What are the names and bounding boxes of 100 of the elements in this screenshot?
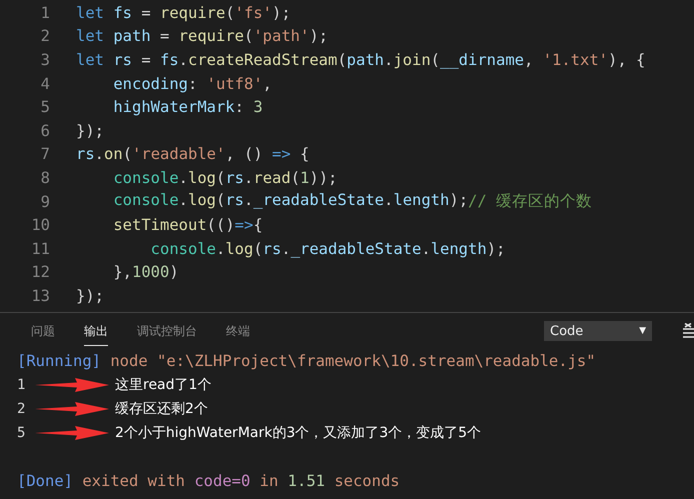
output-value: 1 — [17, 377, 26, 393]
identifier: fs — [160, 50, 179, 69]
panel-tab[interactable]: 终端 — [226, 316, 250, 346]
clear-output-icon[interactable] — [682, 323, 694, 339]
code-punctuation: ( — [216, 191, 226, 212]
identifier: highWaterMark — [112, 98, 235, 116]
code-punctuation: . — [244, 168, 254, 187]
output-text: seconds — [333, 472, 400, 490]
identifier: length — [393, 191, 450, 212]
identifier: _readableState — [290, 240, 422, 258]
code-punctuation: . — [244, 191, 254, 212]
code-punctuation: ); — [272, 4, 291, 22]
code-punctuation: ( — [122, 145, 132, 164]
keyword: let — [76, 27, 105, 46]
identifier: rs — [76, 145, 95, 164]
line-number: 9 — [40, 192, 51, 211]
string-literal: 'utf8' — [206, 74, 263, 93]
keyword: => — [272, 145, 291, 164]
code-punctuation: . — [178, 168, 188, 187]
function-name: log — [225, 240, 254, 258]
code-punctuation: ( — [225, 4, 235, 22]
code-punctuation: }); — [76, 286, 104, 305]
line-number: 1 — [40, 4, 51, 22]
function-name: setTimeout — [112, 216, 207, 234]
output-text: in — [258, 472, 280, 490]
line-number: 3 — [40, 50, 51, 69]
identifier: encoding — [112, 74, 188, 93]
code-punctuation: }); — [76, 122, 104, 140]
line-number: 5 — [40, 98, 51, 116]
annotation-text: 2个小于highWaterMark的3个，又添加了3个，变成了5个 — [115, 424, 482, 442]
string-literal: 'fs' — [234, 4, 272, 22]
panel-tab[interactable]: 问题 — [31, 316, 55, 346]
keyword: let — [76, 4, 105, 22]
line-number: 2 — [40, 27, 51, 46]
class-name: console — [112, 168, 179, 187]
number-literal: 3 — [253, 98, 263, 116]
output-text: [Running] — [17, 352, 101, 370]
code-punctuation: . — [384, 191, 394, 212]
code-punctuation: ); — [486, 240, 506, 258]
identifier: rs — [113, 50, 132, 69]
code-punctuation: ( — [244, 27, 254, 46]
identifier: length — [430, 240, 487, 258]
line-number: 13 — [30, 286, 51, 305]
code-punctuation: . — [384, 50, 394, 69]
code-punctuation: . — [216, 240, 226, 258]
output-text: exited with — [81, 472, 186, 490]
function-name: log — [188, 191, 216, 212]
function-name: join — [393, 50, 431, 69]
line-number: 6 — [40, 122, 51, 140]
string-literal: 'path' — [253, 27, 310, 46]
code-punctuation: . — [421, 240, 431, 258]
identifier: rs — [225, 168, 244, 187]
function-name: read — [253, 168, 291, 187]
code-punctuation: ( — [430, 50, 440, 69]
keyword: let — [76, 50, 105, 69]
code-punctuation: = — [158, 27, 170, 46]
panel-tab[interactable]: 输出 — [84, 316, 108, 346]
code-punctuation: ( — [253, 240, 263, 258]
string-literal: '1.txt' — [542, 50, 608, 69]
line-number: 4 — [40, 74, 51, 93]
line-number: 7 — [40, 145, 51, 164]
annotation-text: 这里read了1个 — [115, 376, 212, 394]
code-punctuation: = — [140, 50, 152, 69]
code-punctuation: }, — [112, 263, 132, 282]
code-punctuation: , () — [225, 145, 264, 164]
function-name: log — [188, 168, 216, 187]
code-comment: // 缓存区的个数 — [468, 191, 592, 212]
code-punctuation: ( — [216, 168, 226, 187]
channel-dropdown[interactable]: Code ▼ — [544, 321, 652, 341]
code-punctuation: ) — [169, 263, 179, 282]
function-name: createReadStream — [188, 50, 338, 69]
code-punctuation: ); — [309, 27, 328, 46]
line-number: 11 — [30, 240, 51, 258]
code-punctuation: ( — [337, 50, 347, 69]
output-value: 5 — [17, 425, 26, 441]
output-text: 1.51 — [288, 472, 325, 490]
code-punctuation: { — [253, 216, 263, 234]
code-punctuation: , — [524, 50, 534, 69]
code-punctuation: . — [178, 50, 188, 69]
code-punctuation: { — [299, 145, 310, 164]
code-punctuation: ); — [449, 191, 468, 212]
panel-tab[interactable]: 调试控制台 — [137, 316, 197, 346]
identifier: __dirname — [440, 50, 524, 69]
identifier: fs — [113, 4, 132, 22]
identifier: rs — [262, 240, 282, 258]
identifier: path — [113, 27, 151, 46]
code-punctuation: ( — [290, 168, 300, 187]
function-name: require — [178, 27, 244, 46]
code-punctuation: ), { — [608, 50, 646, 69]
code-punctuation: . — [281, 240, 291, 258]
line-number: 12 — [30, 263, 51, 282]
line-number: 10 — [30, 216, 51, 234]
output-value: 2 — [17, 401, 26, 417]
class-name: console — [150, 240, 216, 258]
code-punctuation: : — [188, 74, 198, 93]
output-text: code=0 — [194, 472, 250, 490]
code-punctuation: (() — [206, 216, 235, 234]
string-literal: 'readable' — [132, 145, 226, 164]
code-punctuation: : — [234, 98, 245, 116]
keyword: => — [234, 216, 254, 234]
